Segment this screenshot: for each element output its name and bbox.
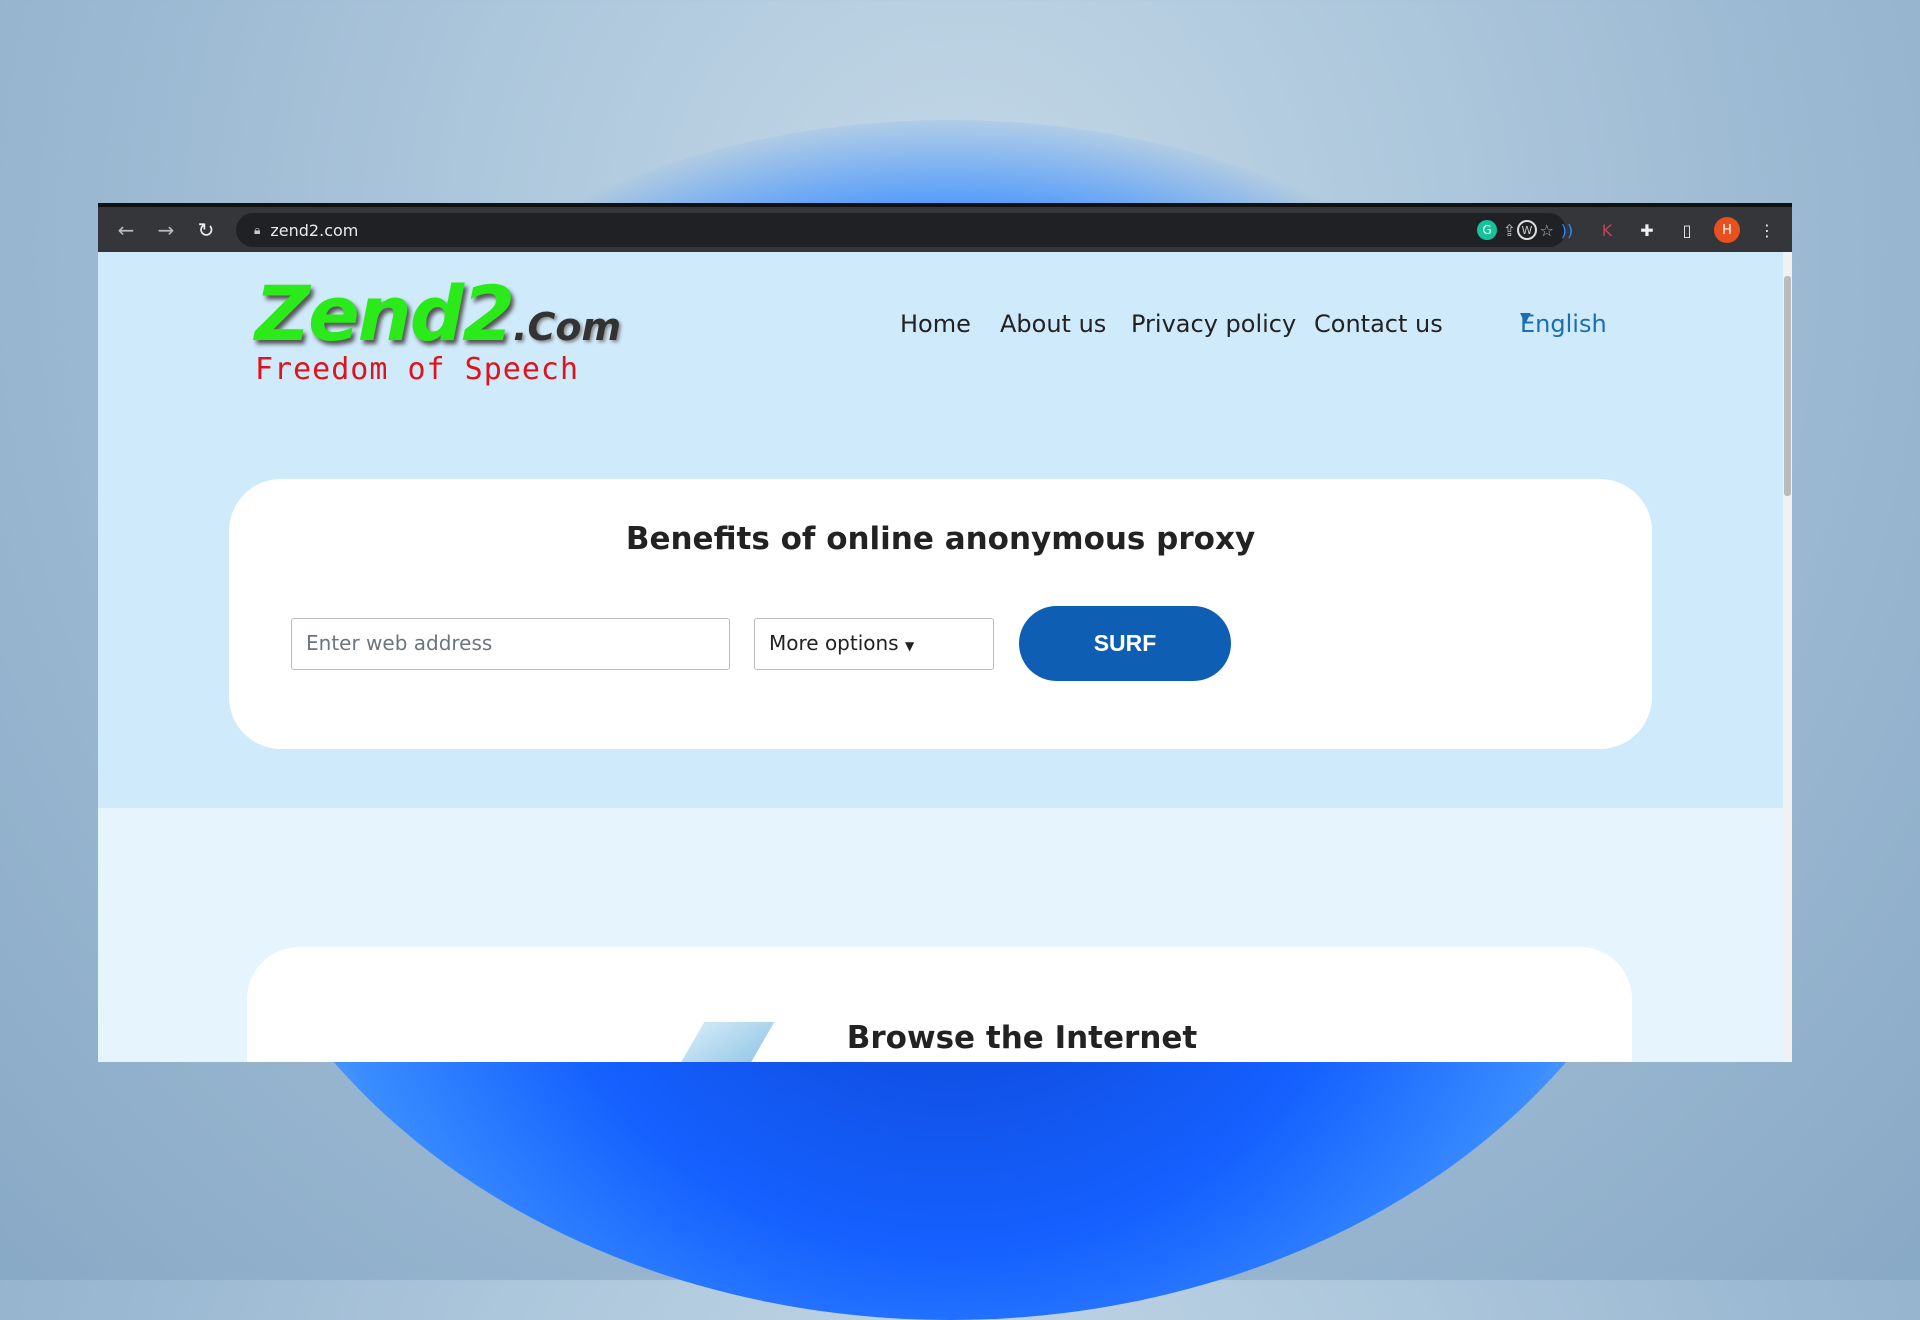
browse-card: Browse the Internet [247,947,1632,1062]
caret-down-icon: ▼ [1520,310,1531,326]
scrollbar[interactable] [1783,252,1792,1062]
url-input-placeholder: Enter web address [306,631,493,655]
menu-icon[interactable]: ⋮ [1752,215,1782,245]
url-input[interactable]: Enter web address [291,618,730,670]
w-icon[interactable]: W [1512,215,1542,245]
url-text: zend2.com [270,220,359,240]
logo-suffix: .Com [513,305,622,349]
language-label: English [1520,310,1607,338]
web-page: Zend2.Com Freedom of Speech Home About u… [98,252,1783,1062]
k-icon[interactable]: K [1592,215,1622,245]
proxy-title: Benefits of online anonymous proxy [625,521,1256,557]
nav-home[interactable]: Home [900,310,971,338]
lock-icon: 🔒︎ [254,222,261,237]
puzzle-icon[interactable]: ✚ [1632,215,1662,245]
browser-window: ← → ↻ 🔒︎ zend2.com ⇪ ☆ G W )) K ✚ ▯ H ⋮ … [98,203,1792,1062]
logo-tagline: Freedom of Speech [255,352,580,387]
hero-section: Zend2.Com Freedom of Speech Home About u… [98,252,1783,808]
avatar[interactable]: H [1712,215,1742,245]
surf-button[interactable]: SURF [1019,606,1231,681]
more-options-label: More options [769,631,899,655]
more-options-dropdown[interactable]: More options ▼ [754,618,994,670]
nav-about[interactable]: About us [1000,310,1106,338]
caret-down-icon: ▼ [904,639,915,653]
nav-privacy[interactable]: Privacy policy [1131,310,1296,338]
nav-contact[interactable]: Contact us [1314,310,1443,338]
browser-toolbar: ← → ↻ 🔒︎ zend2.com ⇪ ☆ G W )) K ✚ ▯ H ⋮ [98,203,1792,252]
address-bar[interactable]: 🔒︎ zend2.com ⇪ ☆ [236,213,1566,247]
reload-icon[interactable]: ↻ [186,218,226,242]
browse-title: Browse the Internet [846,1020,1198,1056]
proxy-card: Benefits of online anonymous proxy Enter… [229,479,1652,749]
forward-icon[interactable]: → [146,218,186,242]
sidebar-icon[interactable]: ▯ [1672,215,1702,245]
avatar-letter: H [1714,217,1740,243]
site-logo[interactable]: Zend2.Com Freedom of Speech [255,269,621,387]
logo-name: Zend2 [255,269,515,358]
back-icon[interactable]: ← [106,218,146,242]
grammarly-icon[interactable]: G [1472,215,1502,245]
sound-icon[interactable]: )) [1552,215,1582,245]
scrollbar-thumb[interactable] [1784,276,1791,496]
